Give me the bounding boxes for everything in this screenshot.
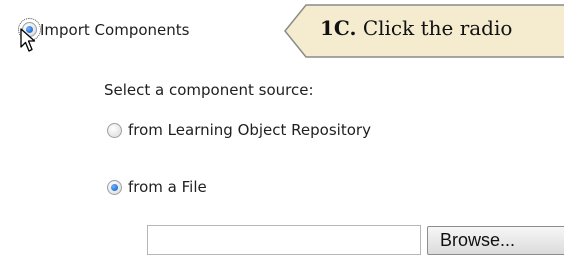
file-option-label[interactable]: from a File bbox=[128, 178, 207, 196]
repository-option-label[interactable]: from Learning Object Repository bbox=[128, 121, 371, 139]
callout-step: 1C. bbox=[320, 16, 357, 40]
import-components-label[interactable]: Import Components bbox=[40, 21, 189, 39]
component-source-prompt: Select a component source: bbox=[104, 81, 314, 99]
instruction-callout: 1C. Click the radio bbox=[284, 4, 564, 58]
file-path-input[interactable] bbox=[147, 225, 421, 255]
arrow-pointer-icon bbox=[20, 28, 36, 52]
browse-button[interactable]: Browse... bbox=[427, 226, 564, 255]
repository-radio[interactable] bbox=[107, 123, 122, 138]
file-radio[interactable] bbox=[107, 180, 122, 195]
callout-instruction: Click the radio bbox=[362, 16, 513, 40]
callout-text: 1C. Click the radio bbox=[320, 16, 512, 40]
